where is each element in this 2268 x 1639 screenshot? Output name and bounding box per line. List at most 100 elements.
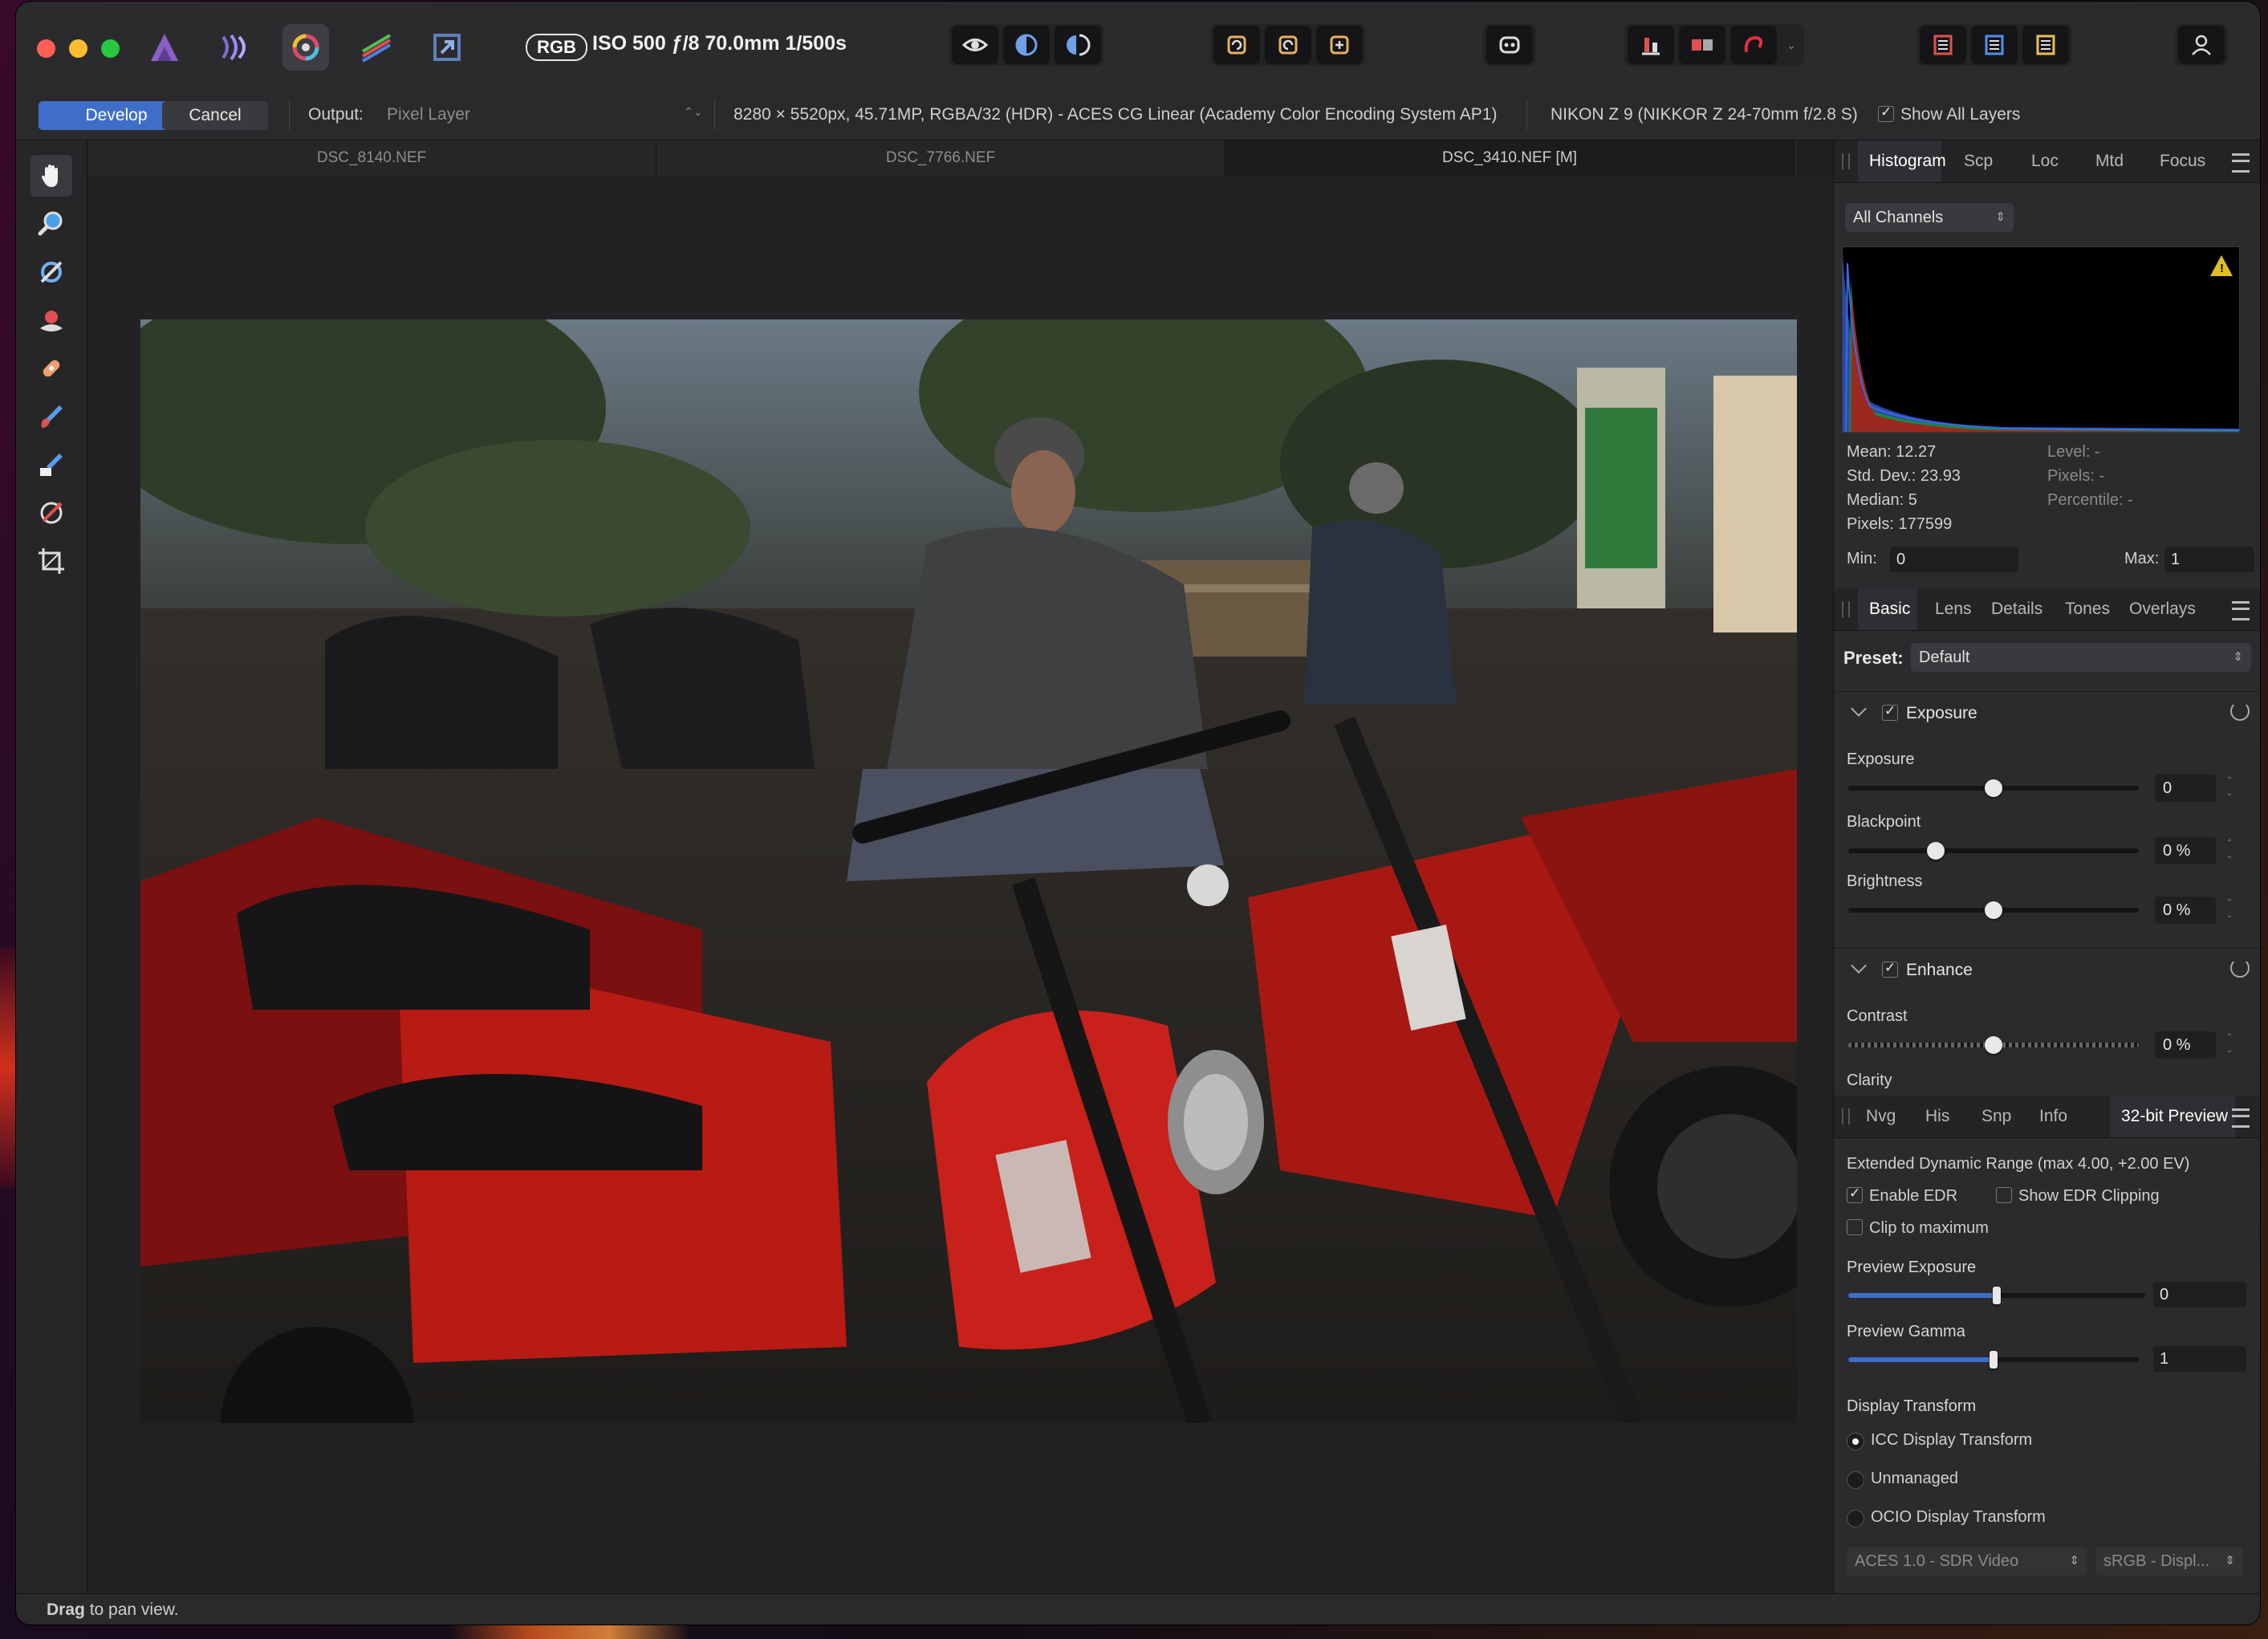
- undo-curve-icon[interactable]: [1730, 26, 1777, 64]
- right-studio-icon[interactable]: [2022, 26, 2069, 64]
- stepper-icon[interactable]: ⌃ ⌄: [2224, 897, 2235, 924]
- show-edr-clipping-checkbox[interactable]: [1996, 1187, 2012, 1203]
- tab-scope[interactable]: Scp: [1964, 152, 1993, 171]
- icc-transform-radio[interactable]: [1847, 1433, 1864, 1450]
- show-all-layers-toggle[interactable]: Show All Layers: [1878, 104, 2020, 124]
- stepper-icon[interactable]: ⌃ ⌄: [2224, 1031, 2235, 1059]
- tab-32bit-preview[interactable]: 32-bit Preview: [2121, 1107, 2228, 1126]
- show-edr-clipping-toggle[interactable]: Show EDR Clipping: [1996, 1187, 2160, 1206]
- blackpoint-slider[interactable]: [1848, 842, 2139, 860]
- panel-grip-icon[interactable]: [1842, 601, 1850, 617]
- tab-location[interactable]: Loc: [2031, 152, 2059, 171]
- preview-gamma-slider[interactable]: [1848, 1351, 2139, 1369]
- tone-mapping-persona-icon[interactable]: [353, 24, 400, 71]
- tab-overlays[interactable]: Overlays: [2129, 600, 2196, 619]
- window-minimize-button[interactable]: [69, 39, 87, 58]
- min-input[interactable]: 0: [1890, 547, 2018, 572]
- red-eye-tool-icon[interactable]: [30, 299, 72, 341]
- reset-icon[interactable]: [2230, 702, 2250, 721]
- compare-icon[interactable]: [1679, 26, 1725, 64]
- window-maximize-button[interactable]: [101, 39, 120, 58]
- ocio-transform-label[interactable]: OCIO Display Transform: [1871, 1508, 2046, 1527]
- enable-edr-checkbox[interactable]: [1847, 1186, 1863, 1203]
- tab-history[interactable]: His: [1925, 1107, 1949, 1126]
- clip-to-max-toggle[interactable]: Clip to maximum: [1847, 1219, 1989, 1238]
- clip-to-max-checkbox[interactable]: [1847, 1219, 1863, 1235]
- brightness-slider[interactable]: [1848, 901, 2139, 919]
- slider-knob[interactable]: [1985, 779, 2002, 797]
- enable-edr-toggle[interactable]: Enable EDR: [1847, 1186, 1957, 1206]
- brush-tool-icon[interactable]: [30, 396, 72, 437]
- preview-exposure-value[interactable]: 0: [2153, 1282, 2246, 1308]
- eye-icon[interactable]: [952, 26, 998, 64]
- preview-gamma-value[interactable]: 1: [2153, 1346, 2246, 1372]
- tab-tones[interactable]: Tones: [2065, 600, 2110, 619]
- chevron-down-icon[interactable]: ⌄: [1782, 26, 1801, 64]
- channel-select[interactable]: All Channels ⇕: [1845, 203, 2014, 232]
- document-tab-active[interactable]: DSC_3410.NEF [M]: [1225, 140, 1794, 176]
- chevron-down-icon[interactable]: [1851, 701, 1867, 717]
- flip-icon[interactable]: [1316, 26, 1363, 64]
- align-icon[interactable]: [1628, 26, 1674, 64]
- develop-persona-icon[interactable]: [282, 24, 329, 71]
- exposure-slider[interactable]: [1848, 779, 2139, 797]
- slider-knob[interactable]: [1926, 842, 1945, 860]
- tab-basic[interactable]: Basic: [1869, 600, 1910, 619]
- panel-menu-icon[interactable]: [2232, 601, 2250, 620]
- panel-menu-icon[interactable]: [2232, 1108, 2250, 1128]
- crop-tool-icon[interactable]: [30, 540, 72, 582]
- photo-image[interactable]: [140, 319, 1797, 1423]
- enhance-enabled-checkbox[interactable]: [1882, 960, 1898, 978]
- slider-knob[interactable]: [1990, 1351, 1998, 1369]
- max-input[interactable]: 1: [2164, 547, 2254, 572]
- exposure-value[interactable]: 0: [2155, 775, 2216, 802]
- document-tab[interactable]: DSC_7766.NEF: [656, 140, 1225, 176]
- view-tool-hand-icon[interactable]: [30, 155, 72, 197]
- preset-select[interactable]: Default ⇕: [1911, 643, 2251, 672]
- slider-knob[interactable]: [1985, 901, 2002, 919]
- ocio-view-select[interactable]: ACES 1.0 - SDR Video ⇕: [1847, 1547, 2087, 1576]
- white-balance-tool-icon[interactable]: [30, 251, 72, 293]
- exposure-section-header[interactable]: Exposure: [1834, 691, 2260, 734]
- contrast-slider[interactable]: [1848, 1036, 2139, 1054]
- tab-snapshots[interactable]: Snp: [1981, 1107, 2011, 1126]
- exposure-enabled-checkbox[interactable]: [1882, 703, 1898, 721]
- user-account-icon[interactable]: [2178, 26, 2225, 64]
- chevron-down-icon[interactable]: [1851, 958, 1867, 974]
- contrast-value[interactable]: 0 %: [2155, 1031, 2216, 1059]
- rotate-right-icon[interactable]: [1265, 26, 1311, 64]
- photo-persona-icon[interactable]: [141, 24, 188, 71]
- assistant-icon[interactable]: [1486, 26, 1533, 64]
- mirror-view-icon[interactable]: [1055, 26, 1101, 64]
- window-close-button[interactable]: [37, 39, 55, 58]
- center-studio-icon[interactable]: [1971, 26, 2018, 64]
- export-persona-icon[interactable]: [424, 24, 470, 71]
- document-tab[interactable]: DSC_8140.NEF: [87, 140, 656, 176]
- icc-transform-label[interactable]: ICC Display Transform: [1871, 1431, 2032, 1450]
- tab-histogram[interactable]: Histogram: [1869, 152, 1946, 171]
- unmanaged-radio[interactable]: [1847, 1471, 1864, 1489]
- liquify-persona-icon[interactable]: [212, 24, 258, 71]
- tab-metadata[interactable]: Mtd: [2095, 152, 2124, 171]
- brightness-value[interactable]: 0 %: [2155, 897, 2216, 924]
- split-view-icon[interactable]: [1003, 26, 1050, 64]
- panel-grip-icon[interactable]: [1842, 153, 1850, 169]
- erase-brush-tool-icon[interactable]: [30, 444, 72, 486]
- ocio-transform-radio[interactable]: [1847, 1510, 1864, 1527]
- reset-icon[interactable]: [2230, 958, 2250, 978]
- tab-info[interactable]: Info: [2039, 1107, 2067, 1126]
- stepper-icon[interactable]: ⌃ ⌄: [2224, 837, 2235, 864]
- tab-details[interactable]: Details: [1991, 600, 2042, 619]
- rotate-left-icon[interactable]: [1213, 26, 1260, 64]
- blackpoint-value[interactable]: 0 %: [2155, 837, 2216, 864]
- enhance-section-header[interactable]: Enhance: [1834, 948, 2260, 990]
- slider-knob[interactable]: [1985, 1036, 2002, 1054]
- blemish-tool-icon[interactable]: [30, 348, 72, 389]
- panel-grip-icon[interactable]: [1842, 1108, 1850, 1125]
- panel-menu-icon[interactable]: [2232, 153, 2250, 173]
- slider-knob[interactable]: [1993, 1287, 2001, 1304]
- tab-lens[interactable]: Lens: [1935, 600, 1972, 619]
- zoom-tool-icon[interactable]: [30, 203, 72, 245]
- cancel-button[interactable]: Cancel: [162, 101, 268, 130]
- canvas-area[interactable]: [87, 177, 1832, 1593]
